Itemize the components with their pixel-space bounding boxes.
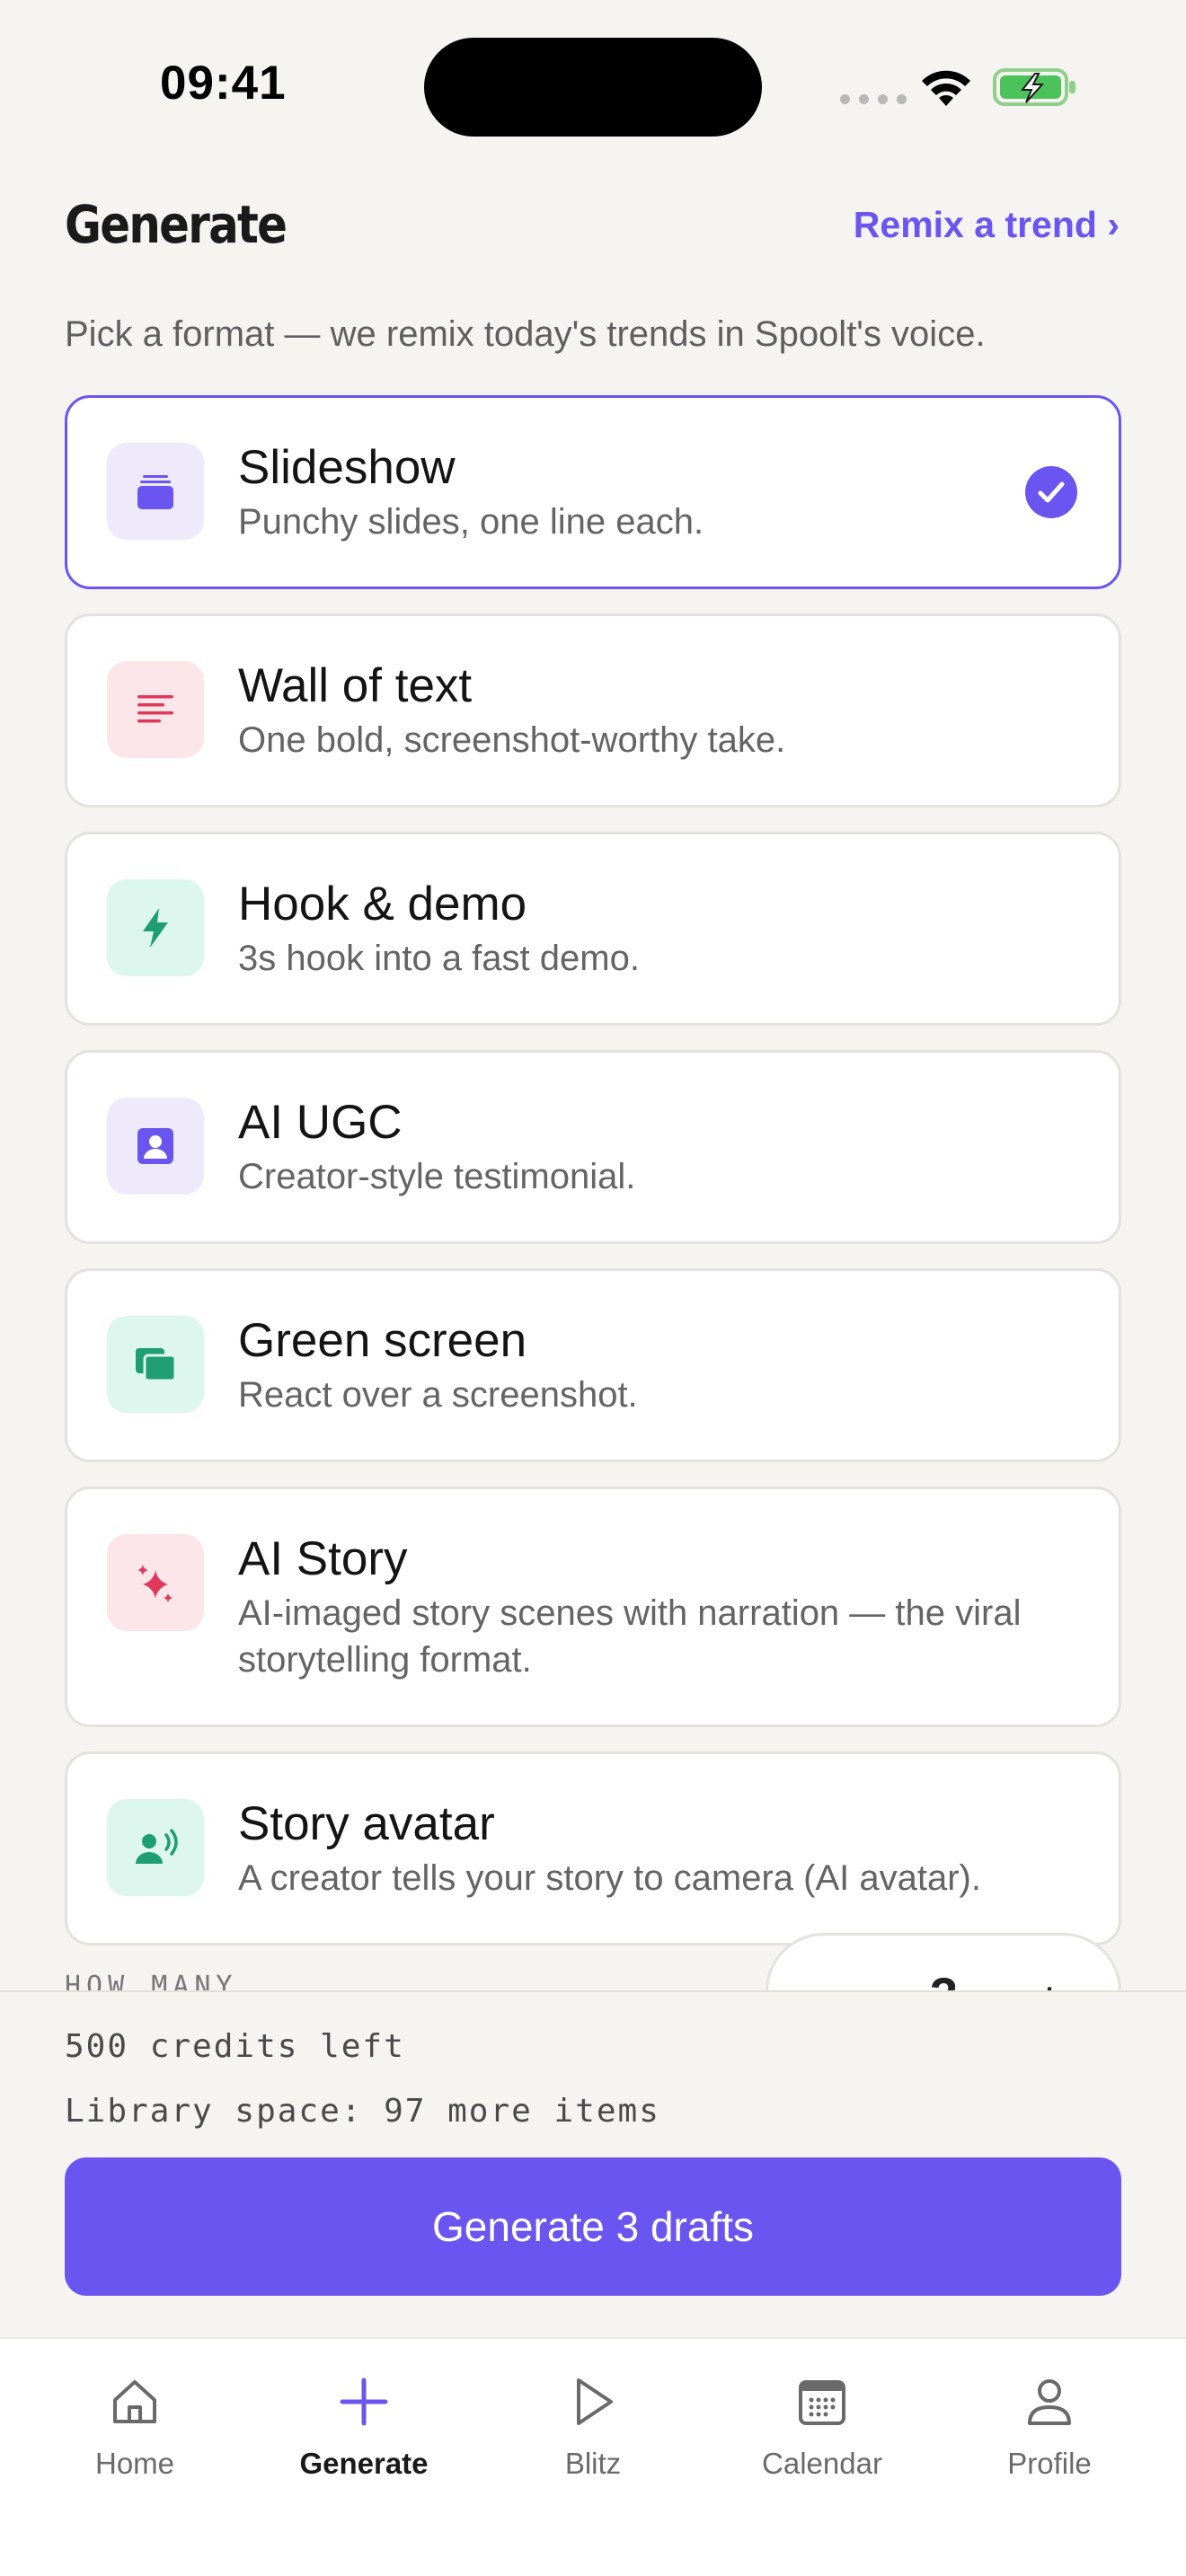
- format-title: AI Story: [238, 1532, 408, 1585]
- tab-bar: Home Generate Blitz Calendar Profile: [0, 2337, 1186, 2576]
- tab-generate[interactable]: Generate: [265, 2373, 463, 2481]
- library-space: Library space: 97 more items: [65, 2093, 660, 2130]
- format-card-slideshow[interactable]: Slideshow Punchy slides, one line each.: [65, 395, 1121, 589]
- format-description: React over a screenshot.: [238, 1375, 638, 1415]
- tab-label: Profile: [1007, 2447, 1092, 2480]
- format-icon-box: [107, 661, 204, 758]
- format-card-ai-story[interactable]: AI Story AI-imaged story scenes with nar…: [65, 1486, 1121, 1727]
- format-description: A creator tells your story to camera (AI…: [238, 1858, 981, 1898]
- battery-charging-icon: [993, 68, 1075, 106]
- format-card-green-screen[interactable]: Green screen React over a screenshot.: [65, 1268, 1121, 1462]
- credits-remaining: 500 credits left: [65, 2028, 405, 2065]
- calendar-icon: [799, 2380, 845, 2425]
- format-title: AI UGC: [238, 1096, 403, 1149]
- format-icon-box: [107, 1098, 204, 1195]
- format-card-story-avatar[interactable]: Story avatar A creator tells your story …: [65, 1751, 1121, 1945]
- play-icon: [577, 2378, 613, 2425]
- bolt-icon: [143, 908, 168, 948]
- tab-calendar[interactable]: Calendar: [723, 2373, 921, 2481]
- status-bar: 09:41: [0, 0, 1186, 162]
- format-description: One bold, screenshot-worthy take.: [238, 720, 786, 760]
- format-icon-box: [107, 1534, 204, 1631]
- format-description: 3s hook into a fast demo.: [238, 939, 640, 978]
- format-list: Slideshow Punchy slides, one line each. …: [65, 395, 1121, 1970]
- remix-trend-link[interactable]: Remix a trend ›: [854, 204, 1120, 246]
- person-speaking-icon: [136, 1829, 178, 1864]
- page-subtitle: Pick a format — we remix today's trends …: [65, 314, 986, 354]
- tab-blitz[interactable]: Blitz: [494, 2373, 692, 2481]
- page-title: Generate: [65, 194, 288, 255]
- format-title: Green screen: [238, 1314, 527, 1367]
- person-icon: [1028, 2379, 1071, 2425]
- checkmark-circle-icon: [1025, 466, 1077, 518]
- format-title: Hook & demo: [238, 878, 527, 931]
- format-icon-box: [107, 443, 204, 540]
- tab-label: Generate: [299, 2447, 429, 2480]
- person-badge-icon: [137, 1128, 173, 1164]
- generate-footer: 500 credits left Library space: 97 more …: [0, 1990, 1186, 2337]
- cellular-signal-icon: [840, 94, 907, 104]
- overlapping-squares-icon: [136, 1348, 177, 1382]
- status-time: 09:41: [160, 57, 287, 110]
- format-card-ai-ugc[interactable]: AI UGC Creator-style testimonial.: [65, 1050, 1121, 1244]
- format-card-hook-demo[interactable]: Hook & demo 3s hook into a fast demo.: [65, 832, 1121, 1026]
- format-icon-box: [107, 1316, 204, 1413]
- home-icon: [113, 2380, 156, 2423]
- tab-label: Home: [94, 2447, 175, 2480]
- generate-drafts-button[interactable]: Generate 3 drafts: [65, 2157, 1121, 2296]
- tab-label: Blitz: [564, 2447, 622, 2480]
- tab-label: Calendar: [762, 2447, 882, 2480]
- tab-home[interactable]: Home: [36, 2373, 234, 2481]
- format-icon-box: [107, 1799, 204, 1896]
- format-icon-box: [107, 879, 204, 976]
- plus-icon: [340, 2378, 388, 2426]
- format-title: Story avatar: [238, 1797, 495, 1850]
- format-title: Slideshow: [238, 441, 456, 494]
- text-lines-icon: [137, 695, 173, 723]
- wifi-icon: [922, 70, 970, 106]
- format-description: Punchy slides, one line each.: [238, 502, 704, 542]
- format-card-wall-of-text[interactable]: Wall of text One bold, screenshot-worthy…: [65, 613, 1121, 807]
- stack-icon: [137, 475, 173, 509]
- format-title: Wall of text: [238, 659, 473, 712]
- format-description: Creator-style testimonial.: [238, 1157, 636, 1196]
- dynamic-island: [424, 38, 762, 137]
- format-description: AI-imaged story scenes with narration — …: [238, 1593, 1022, 1680]
- tab-profile[interactable]: Profile: [951, 2373, 1148, 2481]
- sparkles-icon: [137, 1565, 173, 1602]
